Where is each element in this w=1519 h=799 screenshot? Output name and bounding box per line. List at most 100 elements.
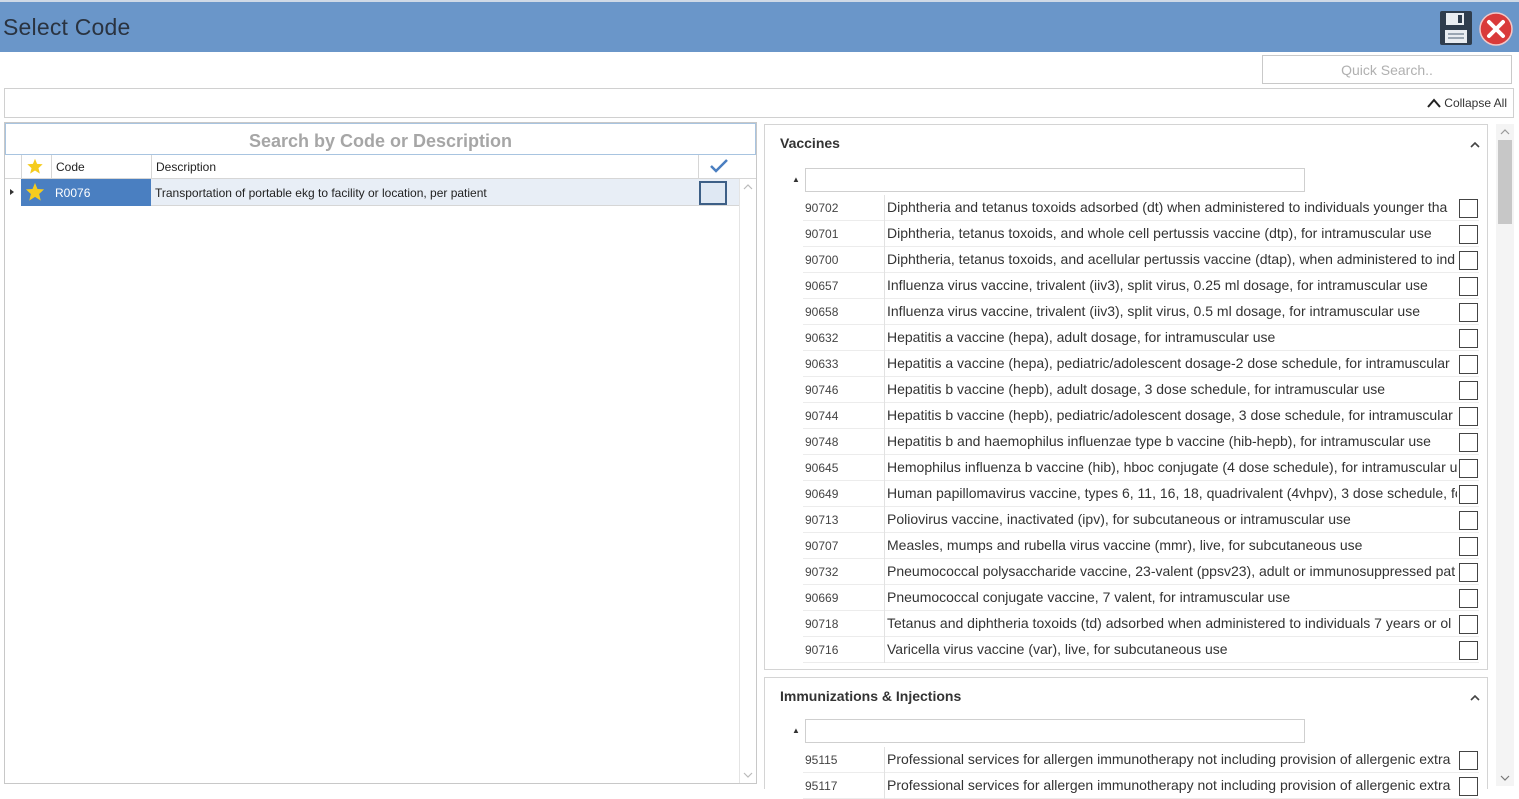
code-number: 90744 bbox=[803, 403, 885, 429]
code-checkbox[interactable] bbox=[1459, 537, 1478, 556]
code-row[interactable]: 90649 Human papillomavirus vaccine, types… bbox=[803, 481, 1479, 507]
group-filter-input[interactable] bbox=[805, 168, 1305, 192]
code-number: 90718 bbox=[803, 611, 885, 637]
code-description: Varicella virus vaccine (var), live, for… bbox=[887, 641, 1228, 657]
star-icon bbox=[25, 182, 45, 201]
caret-right-icon bbox=[10, 189, 14, 195]
code-row[interactable]: 90657 Influenza virus vaccine, trivalent … bbox=[803, 273, 1479, 299]
code-number: 90700 bbox=[803, 247, 885, 273]
code-description: Influenza virus vaccine, trivalent (iiv3… bbox=[887, 277, 1428, 293]
chevron-up-icon bbox=[1470, 141, 1480, 148]
group-collapse-button[interactable] bbox=[1469, 136, 1481, 154]
code-description: Hepatitis a vaccine (hepa), adult dosage… bbox=[887, 329, 1276, 345]
code-checkbox[interactable] bbox=[1459, 199, 1478, 218]
chevron-up-icon bbox=[1427, 98, 1442, 108]
code-checkbox[interactable] bbox=[1459, 407, 1478, 426]
select-column-header[interactable] bbox=[698, 155, 739, 179]
grid-header: Code Description bbox=[5, 155, 756, 179]
code-number: 90713 bbox=[803, 507, 885, 533]
code-number: 90701 bbox=[803, 221, 885, 247]
code-number: 90716 bbox=[803, 637, 885, 663]
close-button[interactable] bbox=[1479, 12, 1513, 46]
favorite-cell[interactable] bbox=[21, 179, 51, 206]
code-checkbox[interactable] bbox=[1459, 433, 1478, 452]
code-row[interactable]: 90658 Influenza virus vaccine, trivalent … bbox=[803, 299, 1479, 325]
group-immunizations: Immunizations & Injections ▲ 95115 Profes… bbox=[764, 677, 1488, 799]
code-row[interactable]: 90718 Tetanus and diphtheria toxoids (td)… bbox=[803, 611, 1479, 637]
code-description: Hepatitis b vaccine (hepb), adult dosage… bbox=[887, 381, 1386, 397]
code-row[interactable]: 90701 Diphtheria, tetanus toxoids, and wh… bbox=[803, 221, 1479, 247]
code-checkbox[interactable] bbox=[1459, 329, 1478, 348]
code-checkbox[interactable] bbox=[1459, 563, 1478, 582]
code-row[interactable]: 90744 Hepatitis b vaccine (hepb), pediatr… bbox=[803, 403, 1479, 429]
code-checkbox[interactable] bbox=[1459, 615, 1478, 634]
code-checkbox[interactable] bbox=[1459, 225, 1478, 244]
code-row[interactable]: 90632 Hepatitis a vaccine (hepa), adult d… bbox=[803, 325, 1479, 351]
window-title: Select Code bbox=[3, 14, 131, 40]
code-checkbox[interactable] bbox=[1459, 251, 1478, 270]
code-checkbox[interactable] bbox=[1459, 381, 1478, 400]
code-row[interactable]: 90702 Diphtheria and tetanus toxoids adso… bbox=[803, 195, 1479, 221]
code-description: Hepatitis a vaccine (hepa), pediatric/ad… bbox=[887, 355, 1450, 371]
code-number: 90669 bbox=[803, 585, 885, 611]
code-checkbox[interactable] bbox=[1459, 459, 1478, 478]
code-description: Hepatitis b vaccine (hepb), pediatric/ad… bbox=[887, 407, 1453, 423]
quick-search-input[interactable]: Quick Search.. bbox=[1262, 55, 1512, 84]
page-scrollbar[interactable] bbox=[1496, 124, 1514, 786]
code-checkbox[interactable] bbox=[1459, 777, 1478, 796]
code-checkbox[interactable] bbox=[1459, 485, 1478, 504]
selected-codes-panel: Search by Code or Description Code Descr… bbox=[4, 122, 757, 784]
save-button[interactable] bbox=[1439, 10, 1473, 46]
code-row[interactable]: 90746 Hepatitis b vaccine (hepb), adult d… bbox=[803, 377, 1479, 403]
code-description: Measles, mumps and rubella virus vaccine… bbox=[887, 537, 1363, 553]
code-number: 90707 bbox=[803, 533, 885, 559]
code-row[interactable]: 95115 Professional services for allergen … bbox=[803, 747, 1479, 773]
red-close-circle-icon bbox=[1479, 12, 1513, 46]
code-checkbox[interactable] bbox=[1459, 277, 1478, 296]
code-row[interactable]: 90633 Hepatitis a vaccine (hepa), pediatr… bbox=[803, 351, 1479, 377]
code-number: 90649 bbox=[803, 481, 885, 507]
code-checkbox[interactable] bbox=[1459, 355, 1478, 374]
floppy-disk-icon bbox=[1440, 11, 1472, 45]
code-description: Hemophilus influenza b vaccine (hib), hb… bbox=[887, 459, 1457, 475]
code-checkbox[interactable] bbox=[1459, 511, 1478, 530]
row-checkbox[interactable] bbox=[699, 181, 727, 205]
code-number: 95117 bbox=[803, 773, 885, 799]
scrollbar-thumb[interactable] bbox=[1498, 140, 1512, 224]
code-checkbox[interactable] bbox=[1459, 641, 1478, 660]
grid-scrollbar[interactable] bbox=[739, 179, 756, 783]
code-number: 90748 bbox=[803, 429, 885, 455]
collapse-all-label: Collapse All bbox=[1444, 96, 1507, 110]
code-row[interactable]: 90645 Hemophilus influenza b vaccine (hib… bbox=[803, 455, 1479, 481]
code-row[interactable]: 90732 Pneumococcal polysaccharide vaccine… bbox=[803, 559, 1479, 585]
code-checkbox[interactable] bbox=[1459, 589, 1478, 608]
group-panel-toolbar: Collapse All bbox=[4, 88, 1514, 118]
code-row[interactable]: 90713 Poliovirus vaccine, inactivated (ip… bbox=[803, 507, 1479, 533]
code-column-header[interactable]: Code bbox=[51, 155, 151, 179]
scroll-down-icon bbox=[743, 772, 753, 778]
collapse-all-button[interactable]: Collapse All bbox=[1426, 96, 1507, 110]
favorite-column-header[interactable] bbox=[21, 155, 51, 179]
code-search-input[interactable]: Search by Code or Description bbox=[5, 123, 756, 155]
code-checkbox[interactable] bbox=[1459, 303, 1478, 322]
code-checkbox[interactable] bbox=[1459, 751, 1478, 770]
code-row[interactable]: 90669 Pneumococcal conjugate vaccine, 7 v… bbox=[803, 585, 1479, 611]
group-filter-input[interactable] bbox=[805, 719, 1305, 743]
star-icon bbox=[27, 158, 43, 174]
group-collapse-button[interactable] bbox=[1469, 689, 1481, 707]
code-description: Hepatitis b and haemophilus influenzae t… bbox=[887, 433, 1431, 449]
code-row[interactable]: 90716 Varicella virus vaccine (var), live… bbox=[803, 637, 1479, 663]
description-column-header[interactable]: Description bbox=[151, 155, 698, 179]
code-description: Poliovirus vaccine, inactivated (ipv), f… bbox=[887, 511, 1351, 527]
code-row[interactable]: 90748 Hepatitis b and haemophilus influen… bbox=[803, 429, 1479, 455]
chevron-up-icon bbox=[1470, 694, 1480, 701]
code-row[interactable]: 90707 Measles, mumps and rubella virus va… bbox=[803, 533, 1479, 559]
checkmark-icon bbox=[710, 159, 728, 173]
table-row[interactable]: R0076 Transportation of portable ekg to … bbox=[5, 179, 739, 206]
code-cell: R0076 bbox=[51, 179, 151, 206]
select-cell bbox=[698, 179, 739, 206]
code-number: 90645 bbox=[803, 455, 885, 481]
code-row[interactable]: 90700 Diphtheria, tetanus toxoids, and ac… bbox=[803, 247, 1479, 273]
code-row[interactable]: 95117 Professional services for allergen … bbox=[803, 773, 1479, 799]
group-title: Immunizations & Injections bbox=[780, 688, 962, 704]
